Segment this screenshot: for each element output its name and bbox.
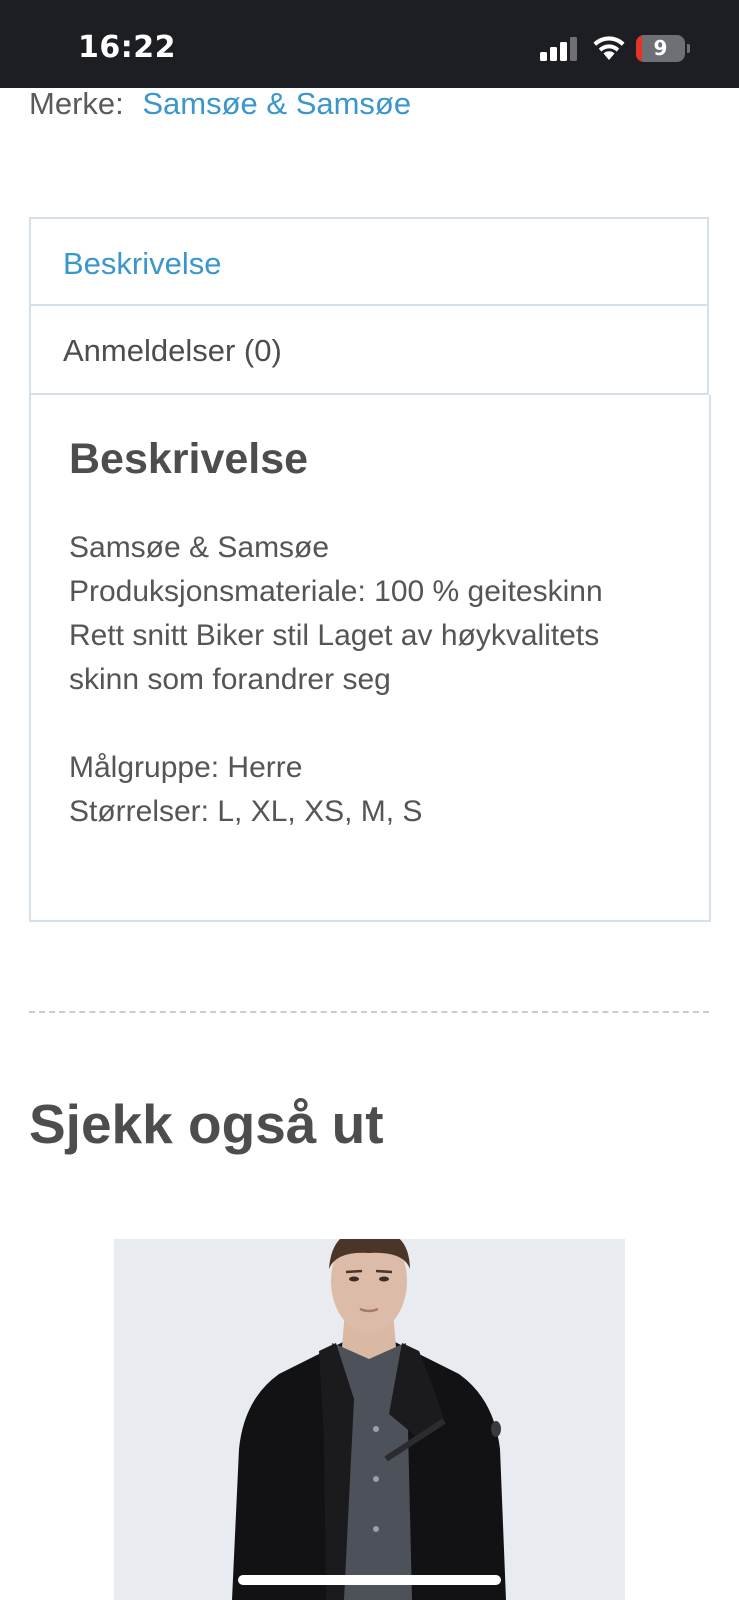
description-title: Beskrivelse: [69, 435, 309, 483]
sizes: Størrelser: L, XL, XS, M, S: [69, 795, 423, 828]
brand-label: Merke:: [29, 86, 124, 121]
battery-level: 9: [653, 36, 668, 60]
brand-row: Merke: Samsøe & Samsøe: [29, 86, 411, 122]
description-line: skinn som forandrer seg: [69, 663, 391, 696]
product-tabs: Beskrivelse Anmeldelser (0): [29, 217, 709, 395]
signal-icon: [540, 37, 577, 61]
description-line: Samsøe & Samsøe: [69, 531, 330, 564]
status-time: 16:22: [78, 30, 176, 65]
target-group: Målgruppe: Herre: [69, 751, 303, 784]
related-product-image[interactable]: [114, 1239, 625, 1600]
wifi-icon: [593, 36, 625, 60]
description-panel: Beskrivelse Samsøe & Samsøe Produksjonsm…: [29, 395, 711, 922]
description-line: Rett snitt Biker stil Laget av høykvalit…: [69, 619, 600, 652]
description-line: Produksjonsmateriale: 100 % geiteskinn: [69, 575, 603, 608]
brand-link[interactable]: Samsøe & Samsøe: [142, 86, 411, 121]
related-title: Sjekk også ut: [29, 1093, 384, 1155]
section-divider: [29, 1011, 709, 1013]
home-indicator: [238, 1575, 501, 1585]
jacket-model-image: [114, 1239, 625, 1600]
tab-reviews[interactable]: Anmeldelser (0): [29, 306, 709, 395]
battery-icon: 9: [636, 35, 690, 63]
tab-description[interactable]: Beskrivelse: [29, 217, 709, 306]
status-bar: 16:22 9: [0, 0, 739, 88]
